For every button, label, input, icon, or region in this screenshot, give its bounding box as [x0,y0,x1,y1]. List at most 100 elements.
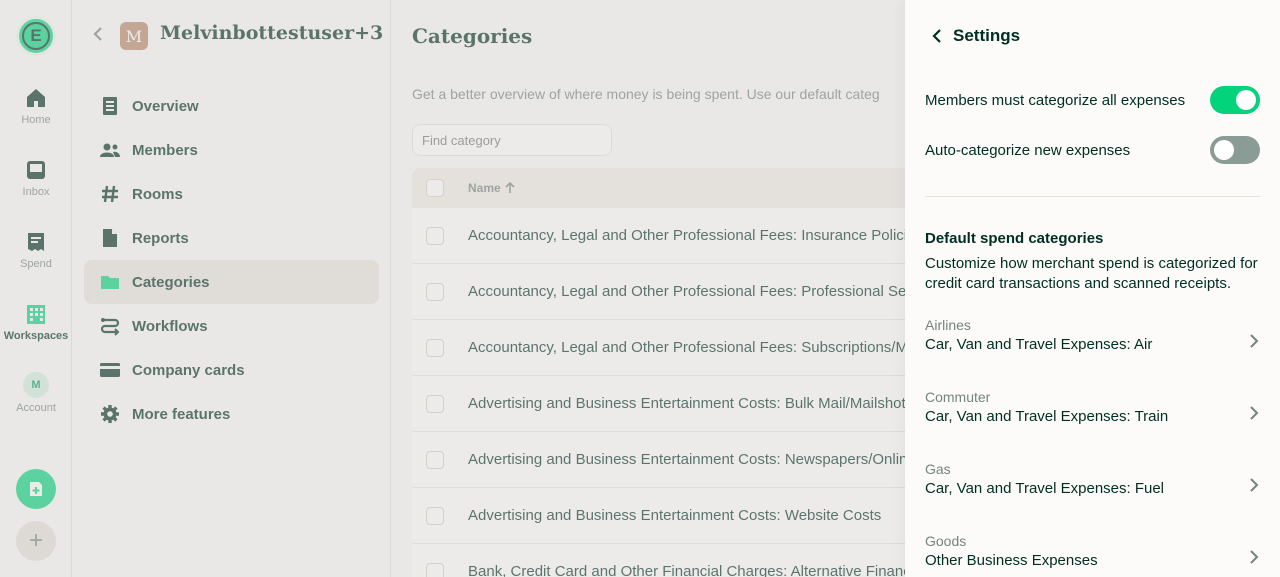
category-name: Accountancy, Legal and Other Professiona… [468,339,922,356]
divider [925,196,1260,197]
nav-label-more-features: More features [132,405,231,423]
nav-label-overview: Overview [132,97,199,115]
require-categories-toggle[interactable] [1210,86,1260,114]
workflow-icon [100,316,120,336]
chevron-right-icon [1250,550,1259,564]
rail-item-workspaces[interactable]: Workspaces [0,302,72,342]
spend-category-value: Car, Van and Travel Expenses: Train [925,408,1169,425]
card-icon [100,360,120,380]
nav-item-categories[interactable]: Categories [84,260,379,304]
nav-item-members[interactable]: Members [84,128,379,172]
workspace-avatar: M [120,22,148,50]
settings-panel: Settings Members must categorize all exp… [905,0,1280,577]
sort-arrow-up-icon [505,182,515,193]
create-button[interactable]: + [16,521,56,561]
category-name: Advertising and Business Entertainment C… [468,451,916,468]
require-categories-label: Members must categorize all expenses [925,91,1186,109]
nav-item-more-features[interactable]: More features [84,392,379,436]
nav-label-company-cards: Company cards [132,361,245,379]
chevron-right-icon [1250,334,1259,348]
row-checkbox[interactable] [426,282,444,301]
nav-label-workflows: Workflows [132,317,208,335]
row-checkbox[interactable] [426,506,444,525]
page-icon [100,228,120,248]
account-avatar: M [23,372,49,398]
toggle-knob [1236,90,1256,110]
logo-letter: E [22,22,50,50]
spend-category-airlines[interactable]: Airlines Car, Van and Travel Expenses: A… [925,316,1265,372]
home-icon [24,86,48,110]
new-expense-button[interactable] [16,469,56,509]
workspace-sidebar: M Melvinbottestuser+3... Overview Member… [72,0,391,577]
require-categories-row: Members must categorize all expenses [925,85,1260,115]
inbox-icon [24,158,48,182]
settings-back-button[interactable] [927,25,947,47]
page-title: Categories [412,24,533,48]
chevron-left-icon [93,27,102,41]
rail-item-spend[interactable]: Spend [0,230,72,270]
default-spend-description: Customize how merchant spend is categori… [925,255,1258,292]
category-name: Accountancy, Legal and Other Professiona… [468,283,930,300]
spend-category-value: Other Business Expenses [925,552,1098,569]
spend-category-label: Gas [925,461,951,477]
row-checkbox[interactable] [426,338,444,357]
nav-item-overview[interactable]: Overview [84,84,379,128]
row-checkbox[interactable] [426,226,444,245]
spend-category-gas[interactable]: Gas Car, Van and Travel Expenses: Fuel [925,460,1265,516]
rail-label-spend: Spend [20,258,52,270]
folder-icon [100,272,120,292]
plus-icon: + [28,527,43,554]
chevron-right-icon [1250,406,1259,420]
spend-category-label: Goods [925,533,967,549]
rail-item-account[interactable]: M Account [0,372,72,414]
category-search-input[interactable] [412,124,612,156]
auto-categorize-toggle[interactable] [1210,136,1260,164]
receipt-icon [24,230,48,254]
expensify-logo[interactable]: E [16,16,56,56]
nav-item-workflows[interactable]: Workflows [84,304,379,348]
spend-category-label: Airlines [925,317,971,333]
default-spend-title: Default spend categories [925,230,1104,247]
nav-label-members: Members [132,141,198,159]
spend-category-commuter[interactable]: Commuter Car, Van and Travel Expenses: T… [925,388,1265,444]
toggle-knob [1214,140,1234,160]
row-checkbox[interactable] [426,394,444,413]
category-name: Accountancy, Legal and Other Professiona… [468,227,928,244]
nav-label-categories: Categories [132,273,210,291]
auto-categorize-row: Auto-categorize new expenses [925,135,1260,165]
page-description: Get a better overview of where money is … [412,86,880,102]
nav-item-company-cards[interactable]: Company cards [84,348,379,392]
settings-title: Settings [953,26,1021,45]
nav-item-rooms[interactable]: Rooms [84,172,379,216]
nav-item-reports[interactable]: Reports [84,216,379,260]
category-name: Bank, Credit Card and Other Financial Ch… [468,563,920,577]
workspace-name: Melvinbottestuser+3... [160,22,382,44]
spend-category-goods[interactable]: Goods Other Business Expenses [925,532,1265,577]
row-checkbox[interactable] [426,450,444,469]
rail-label-home: Home [21,114,51,126]
nav-label-rooms: Rooms [132,185,183,203]
auto-categorize-label: Auto-categorize new expenses [925,141,1131,159]
nav-rail: E Home Inbox Spend Workspaces M Account … [0,0,72,577]
receipt-plus-icon [30,482,42,496]
nav-label-reports: Reports [132,229,189,247]
select-all-checkbox[interactable] [426,179,444,197]
rail-label-workspaces: Workspaces [3,330,69,342]
rail-label-inbox: Inbox [22,186,50,198]
rail-item-inbox[interactable]: Inbox [0,158,72,198]
rail-label-account: Account [16,402,56,414]
spend-category-value: Car, Van and Travel Expenses: Air [925,336,1153,353]
spend-category-value: Car, Van and Travel Expenses: Fuel [925,480,1165,497]
hash-icon [100,184,120,204]
gear-icon [100,404,120,424]
rail-item-home[interactable]: Home [0,86,72,126]
users-icon [100,140,120,160]
category-name: Advertising and Business Entertainment C… [468,395,914,412]
chevron-right-icon [1250,478,1259,492]
back-button[interactable] [92,26,104,47]
name-column-header[interactable]: Name [468,181,501,195]
document-icon [100,96,120,116]
spend-category-label: Commuter [925,389,991,405]
row-checkbox[interactable] [426,562,444,577]
chevron-left-icon [932,29,941,43]
